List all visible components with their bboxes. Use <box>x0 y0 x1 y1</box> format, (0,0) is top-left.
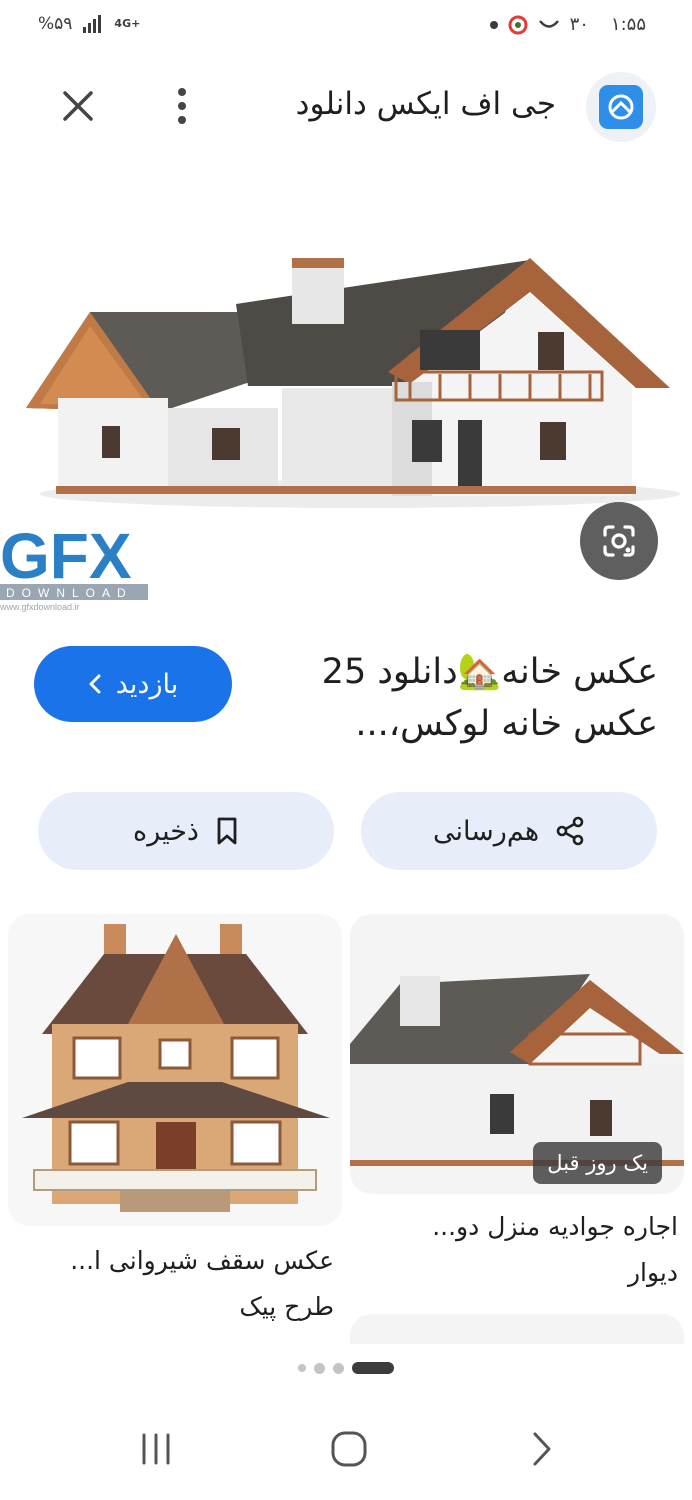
back-button[interactable] <box>512 1424 572 1474</box>
home-button[interactable] <box>319 1424 379 1474</box>
result-title-line1: عکس خانه🏡دانلود 25 <box>321 652 658 692</box>
status-left: %۵۹ 4G+ <box>38 14 140 34</box>
save-button[interactable]: ذخیره <box>38 792 334 870</box>
site-name[interactable]: جی اف ایکس دانلود <box>296 86 556 122</box>
google-lens-icon <box>603 525 635 557</box>
smile-icon <box>538 19 559 28</box>
watermark-url: www.gfxdownload.ir <box>0 602 80 612</box>
visit-label: بازدید <box>115 668 179 700</box>
page-dot <box>314 1362 325 1374</box>
battery-level: %۵۹ <box>38 14 73 34</box>
back-chevron-icon <box>533 1432 551 1466</box>
source-header: جی اف ایکس دانلود <box>0 62 692 152</box>
related-title-1[interactable]: اجاره جوادیه منزل دو... دیوار <box>358 1204 678 1296</box>
watermark-sub: DOWNLOAD <box>6 586 133 600</box>
app-notification-icon <box>508 15 528 34</box>
share-icon <box>556 816 584 846</box>
more-vert-icon <box>178 88 186 124</box>
status-bar: %۵۹ 4G+ ۳۰ ۱:۵۵ <box>0 0 692 54</box>
related-title-1-line2: دیوار <box>627 1258 678 1287</box>
chevron-left-icon <box>89 674 101 694</box>
related-title-2[interactable]: عکس سقف شیروانی ا... طرح پیک <box>14 1238 334 1330</box>
share-label: هم‌رسانی <box>432 815 540 847</box>
related-title-1-line1: اجاره جوادیه منزل دو... <box>432 1212 678 1241</box>
recents-icon <box>142 1433 170 1465</box>
related-title-2-line2: طرح پیک <box>239 1292 334 1321</box>
related-image-2[interactable] <box>8 914 342 1226</box>
site-logo-badge <box>599 85 643 129</box>
time-badge: یک روز قبل <box>533 1142 662 1184</box>
close-button[interactable] <box>58 86 98 126</box>
result-title-line2: عکس خانه لوکس،... <box>355 704 658 744</box>
more-options-button[interactable] <box>162 84 202 128</box>
visit-button[interactable]: بازدید <box>34 646 232 722</box>
clock: ۱:۵۵ <box>610 14 646 35</box>
google-lens-button[interactable] <box>580 502 658 580</box>
result-title[interactable]: عکس خانه🏡دانلود 25 عکس خانه لوکس،... <box>258 646 658 750</box>
related-title-2-line1: عکس سقف شیروانی ا... <box>70 1246 334 1275</box>
bookmark-icon <box>217 817 237 845</box>
temperature: ۳۰ <box>569 14 589 35</box>
status-right: ۳۰ ۱:۵۵ <box>489 14 646 35</box>
related-house-image-2 <box>8 914 342 1226</box>
close-icon <box>63 91 93 121</box>
page-dot <box>298 1364 306 1372</box>
share-button[interactable]: هم‌رسانی <box>361 792 657 870</box>
site-logo[interactable] <box>586 72 656 142</box>
gfx-logo-icon <box>608 94 634 120</box>
notification-dot-icon <box>489 20 498 29</box>
page-dot <box>333 1362 344 1374</box>
related-card-3-peek <box>350 1314 684 1344</box>
page-indicator <box>0 1360 692 1376</box>
home-icon <box>331 1431 367 1467</box>
signal-icon <box>83 15 102 33</box>
watermark-brand: GFX <box>0 520 132 592</box>
system-nav-bar <box>0 1410 692 1490</box>
page-dot-active <box>352 1362 394 1374</box>
recents-button[interactable] <box>126 1424 186 1474</box>
network-type: 4G+ <box>114 17 141 30</box>
save-label: ذخیره <box>133 815 199 847</box>
